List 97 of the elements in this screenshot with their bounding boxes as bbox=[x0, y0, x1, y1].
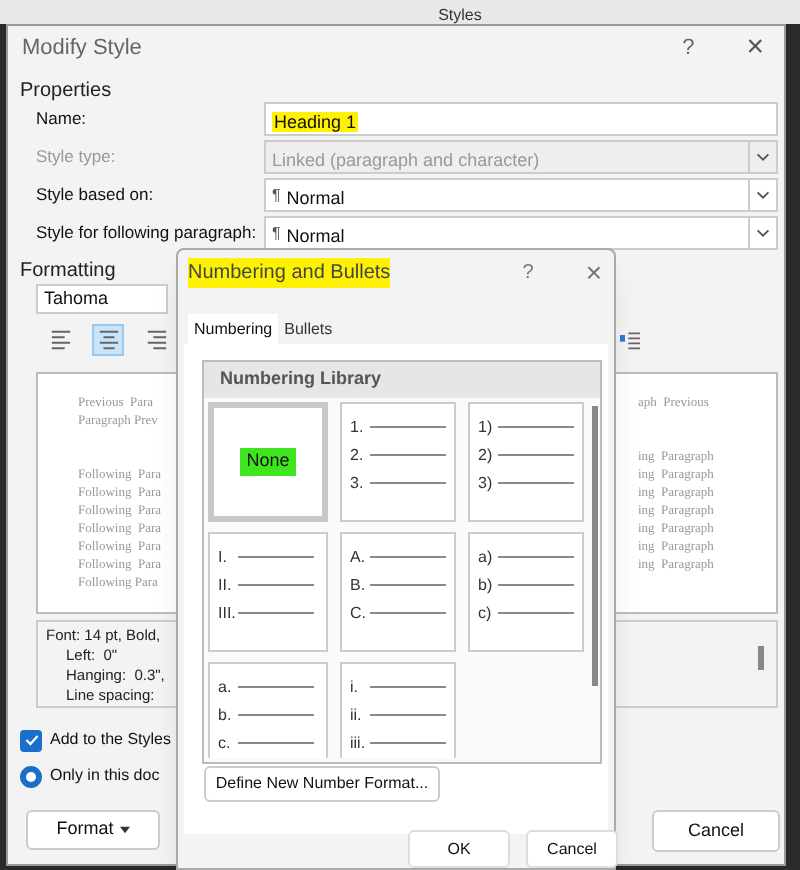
placeholder-line bbox=[370, 556, 446, 558]
close-button[interactable]: × bbox=[746, 25, 764, 71]
cancel-button[interactable]: Cancel bbox=[652, 810, 780, 852]
list-marker: C. bbox=[350, 601, 368, 625]
field-value: Normal bbox=[286, 187, 345, 207]
checkbox[interactable] bbox=[20, 729, 42, 751]
dialog-title: Modify Style bbox=[22, 33, 144, 64]
define-format-button[interactable]: Define New Number Format... bbox=[204, 766, 440, 802]
list-marker: 1) bbox=[478, 415, 495, 439]
list-marker: 2) bbox=[478, 443, 495, 467]
placeholder-line bbox=[238, 584, 314, 586]
align-right-icon bbox=[145, 328, 167, 352]
list-marker: III. bbox=[218, 601, 238, 625]
list-marker: b. bbox=[218, 703, 234, 727]
align-center-button[interactable] bbox=[92, 324, 124, 356]
section-heading: Formatting bbox=[18, 258, 118, 284]
field-value: Heading 1 bbox=[272, 111, 359, 131]
checkbox-label: Add to the Styles bbox=[50, 728, 171, 752]
numbering-option[interactable]: a. b. c. bbox=[208, 662, 328, 758]
help-button[interactable]: ? bbox=[682, 31, 695, 65]
list-marker: c) bbox=[478, 601, 494, 625]
dialog-title: Numbering and Bullets bbox=[188, 257, 391, 287]
placeholder-line bbox=[370, 454, 446, 456]
chevron-down-icon[interactable] bbox=[754, 186, 772, 204]
placeholder-line bbox=[238, 742, 314, 744]
field-label: Name: bbox=[36, 106, 89, 132]
placeholder-line bbox=[238, 714, 314, 716]
dropdown[interactable]: ¶ Normal bbox=[264, 178, 778, 212]
pilcrow-icon: ¶ bbox=[272, 221, 281, 245]
list-marker: I. bbox=[218, 545, 229, 569]
numbering-option[interactable]: A. B. C. bbox=[340, 532, 456, 652]
numbering-option[interactable]: 1. 2. 3. bbox=[340, 402, 456, 522]
dropdown[interactable]: ¶ Normal bbox=[264, 216, 778, 250]
list-marker: A. bbox=[350, 545, 368, 569]
tab[interactable]: Numbering bbox=[188, 314, 279, 344]
align-center-icon bbox=[97, 328, 119, 352]
list-marker: II. bbox=[218, 573, 234, 597]
list-marker: ii. bbox=[350, 703, 364, 727]
list-marker: a) bbox=[478, 545, 495, 569]
field-value: Normal bbox=[286, 225, 345, 245]
field-label: Style based on: bbox=[36, 182, 156, 208]
section-heading: Properties bbox=[18, 78, 114, 102]
placeholder-line bbox=[498, 556, 574, 558]
help-button[interactable]: ? bbox=[522, 257, 534, 287]
list-marker: 3. bbox=[350, 471, 366, 495]
radio-label: Only in this doc bbox=[50, 764, 160, 788]
placeholder-line bbox=[370, 686, 446, 688]
placeholder-line bbox=[238, 556, 314, 558]
window-title: Styles bbox=[438, 6, 482, 24]
placeholder-line bbox=[498, 482, 574, 484]
radio-button[interactable] bbox=[20, 765, 42, 787]
placeholder-line bbox=[370, 426, 446, 428]
placeholder-line bbox=[498, 612, 574, 614]
cancel-button[interactable]: Cancel bbox=[526, 830, 618, 868]
placeholder-line bbox=[370, 612, 446, 614]
format-button[interactable]: Format bbox=[26, 810, 160, 850]
placeholder-line bbox=[498, 584, 574, 586]
library-title: Numbering Library bbox=[204, 362, 600, 398]
list-marker: 2. bbox=[350, 443, 366, 467]
list-marker: 3) bbox=[478, 471, 495, 495]
pilcrow-icon: ¶ bbox=[272, 183, 281, 207]
font-name: Tahoma bbox=[44, 285, 109, 312]
list-marker: B. bbox=[350, 573, 368, 597]
list-marker: 1. bbox=[350, 415, 366, 439]
list-marker: c. bbox=[218, 731, 233, 755]
placeholder-line bbox=[238, 686, 314, 688]
align-left-icon bbox=[49, 328, 71, 352]
option-label: None bbox=[240, 448, 296, 476]
list-marker: i. bbox=[350, 675, 360, 699]
scrollbar-thumb[interactable] bbox=[758, 646, 764, 670]
numbering-option[interactable]: None bbox=[208, 402, 328, 522]
font-dropdown[interactable]: Tahoma bbox=[36, 284, 168, 314]
field-label: Style for following paragraph: bbox=[36, 220, 259, 246]
list-marker: a. bbox=[218, 675, 234, 699]
field-value: Linked (paragraph and character) bbox=[272, 149, 540, 169]
caret-icon bbox=[119, 826, 130, 834]
placeholder-line bbox=[370, 482, 446, 484]
list-marker: iii. bbox=[350, 731, 368, 755]
placeholder-line bbox=[238, 612, 314, 614]
scrollbar-thumb[interactable] bbox=[592, 406, 598, 686]
numbering-option[interactable]: I. II. III. bbox=[208, 532, 328, 652]
field-label: Style type: bbox=[36, 144, 118, 170]
ok-button[interactable]: OK bbox=[408, 830, 510, 868]
chevron-down-icon[interactable] bbox=[754, 224, 772, 242]
numbering-option[interactable]: a) b) c) bbox=[468, 532, 584, 652]
input-field[interactable]: Heading 1 bbox=[264, 102, 778, 136]
close-button[interactable]: × bbox=[585, 251, 602, 293]
checkmark-icon bbox=[23, 732, 39, 748]
placeholder-line bbox=[370, 742, 446, 744]
list-marker: b) bbox=[478, 573, 495, 597]
numbering-option[interactable]: 1) 2) 3) bbox=[468, 402, 584, 522]
placeholder-line bbox=[370, 714, 446, 716]
placeholder-line bbox=[370, 584, 446, 586]
placeholder-line bbox=[498, 454, 574, 456]
indent-icon[interactable] bbox=[620, 330, 640, 350]
numbering-option[interactable]: i. ii. iii. bbox=[340, 662, 456, 758]
placeholder-line bbox=[498, 426, 574, 428]
